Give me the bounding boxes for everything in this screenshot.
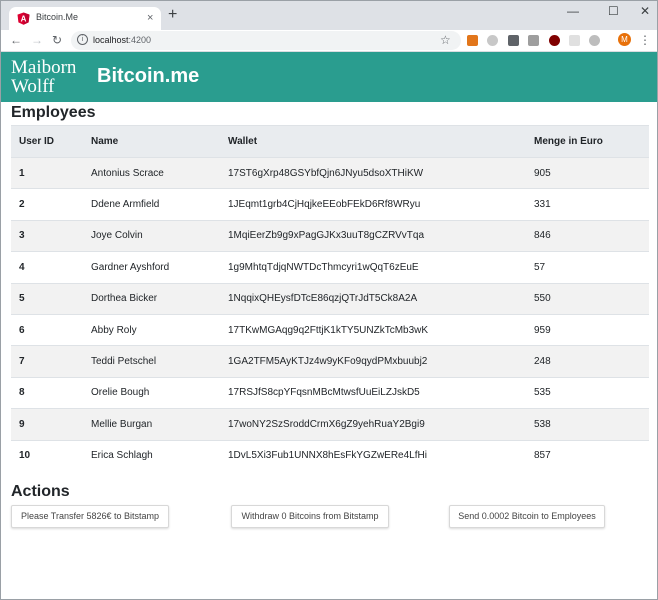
cell-name: Joye Colvin xyxy=(83,219,220,252)
cell-wallet: 1NqqixQHEysfDTcE86qzjQTrJdT5Ck8A2A xyxy=(220,282,526,315)
withdraw-bitcoins-button[interactable]: Withdraw 0 Bitcoins from Bitstamp xyxy=(231,505,389,528)
url-port: :4200 xyxy=(128,35,152,45)
transfer-to-bitstamp-button[interactable]: Please Transfer 5826€ to Bitstamp xyxy=(11,505,169,528)
cell-wallet: 17ST6gXrp48GSYbfQjn6JNyu5dsoXTHiKW xyxy=(220,156,526,189)
cell-amount: 905 xyxy=(526,156,649,189)
browser-toolbar: ← → ↻ i localhost:4200 ☆ M ⋮ xyxy=(1,30,657,52)
cell-user-id: 4 xyxy=(11,251,83,284)
employees-heading: Employees xyxy=(11,104,96,121)
table-row: 7 Teddi Petschel 1GA2TFM5AyKTJz4w9yKFo9q… xyxy=(11,345,649,378)
cell-user-id: 6 xyxy=(11,313,83,346)
profile-avatar[interactable]: M xyxy=(618,33,631,46)
minimize-icon[interactable]: — xyxy=(567,4,579,18)
table-row: 4 Gardner Ayshford 1g9MhtqTdjqNWTDcThmcy… xyxy=(11,251,649,284)
cell-user-id: 7 xyxy=(11,345,83,378)
browser-tab[interactable]: A Bitcoin.Me × xyxy=(9,7,161,31)
cell-amount: 550 xyxy=(526,282,649,315)
cell-amount: 857 xyxy=(526,439,649,472)
url-host: localhost xyxy=(93,35,129,45)
svg-text:A: A xyxy=(21,15,27,24)
extension-icon[interactable] xyxy=(528,35,539,46)
browser-window: A Bitcoin.Me × + — ☐ ✕ ← → ↻ i localhost… xyxy=(0,0,658,600)
url-text: localhost:4200 xyxy=(93,35,151,45)
logo-line-1: Maiborn xyxy=(11,57,77,78)
forward-icon[interactable]: → xyxy=(31,32,43,48)
table-header-row: User ID Name Wallet Menge in Euro xyxy=(11,125,649,158)
cell-amount: 331 xyxy=(526,188,649,221)
extension-icon[interactable] xyxy=(589,35,600,46)
menu-icon[interactable]: ⋮ xyxy=(639,32,651,48)
table-row: 1 Antonius Scrace 17ST6gXrp48GSYbfQjn6JN… xyxy=(11,156,649,189)
cell-wallet: 17RSJfS8cpYFqsnMBcMtwsfUuEiLZJskD5 xyxy=(220,376,526,409)
cell-wallet: 17TKwMGAqg9q2FttjK1kTY5UNZkTcMb3wK xyxy=(220,313,526,346)
column-header-user-id: User ID xyxy=(11,125,83,158)
cell-user-id: 9 xyxy=(11,408,83,441)
cell-amount: 248 xyxy=(526,345,649,378)
tab-close-icon[interactable]: × xyxy=(147,11,153,25)
cell-wallet: 1g9MhtqTdjqNWTDcThmcyri1wQqT6zEuE xyxy=(220,251,526,284)
cell-name: Orelie Bough xyxy=(83,376,220,409)
cell-name: Abby Roly xyxy=(83,313,220,346)
info-icon[interactable]: i xyxy=(77,34,88,45)
extension-icon[interactable] xyxy=(508,35,519,46)
cell-user-id: 2 xyxy=(11,188,83,221)
table-row: 9 Mellie Burgan 17woNY2SzSroddCrmX6gZ9ye… xyxy=(11,408,649,441)
table-row: 5 Dorthea Bicker 1NqqixQHEysfDTcE86qzjQT… xyxy=(11,282,649,315)
new-tab-icon[interactable]: + xyxy=(168,7,177,23)
cell-name: Mellie Burgan xyxy=(83,408,220,441)
cell-user-id: 8 xyxy=(11,376,83,409)
cell-name: Antonius Scrace xyxy=(83,156,220,189)
bookmark-star-icon[interactable]: ☆ xyxy=(440,32,451,48)
angular-icon: A xyxy=(17,12,30,25)
employees-table: User ID Name Wallet Menge in Euro 1 Anto… xyxy=(11,125,649,472)
cell-user-id: 5 xyxy=(11,282,83,315)
cell-name: Ddene Armfield xyxy=(83,188,220,221)
brand-title[interactable]: Bitcoin.me xyxy=(97,63,199,89)
cell-wallet: 1JEqmt1grb4CjHqjkeEEobFEkD6Rf8WRyu xyxy=(220,188,526,221)
cell-name: Teddi Petschel xyxy=(83,345,220,378)
maibornwolff-logo: Maiborn Wolff xyxy=(11,58,91,96)
cell-amount: 846 xyxy=(526,219,649,252)
column-header-name: Name xyxy=(83,125,220,158)
extension-icon[interactable] xyxy=(487,35,498,46)
cell-user-id: 1 xyxy=(11,156,83,189)
metamask-extension-icon[interactable] xyxy=(467,35,478,46)
cell-amount: 57 xyxy=(526,251,649,284)
logo-line-2: Wolff xyxy=(11,76,55,97)
cell-amount: 538 xyxy=(526,408,649,441)
column-header-wallet: Wallet xyxy=(220,125,526,158)
cell-user-id: 10 xyxy=(11,439,83,472)
cell-name: Gardner Ayshford xyxy=(83,251,220,284)
cell-name: Erica Schlagh xyxy=(83,439,220,472)
maximize-icon[interactable]: ☐ xyxy=(608,4,619,18)
ublock-extension-icon[interactable] xyxy=(549,35,560,46)
cell-user-id: 3 xyxy=(11,219,83,252)
cell-wallet: 17woNY2SzSroddCrmX6gZ9yehRuaY2Bgi9 xyxy=(220,408,526,441)
table-row: 3 Joye Colvin 1MqiEerZb9g9xPagGJKx3uuT8g… xyxy=(11,219,649,252)
table-row: 6 Abby Roly 17TKwMGAqg9q2FttjK1kTY5UNZkT… xyxy=(11,313,649,346)
cell-wallet: 1GA2TFM5AyKTJz4w9yKFo9qydPMxbuubj2 xyxy=(220,345,526,378)
table-row: 10 Erica Schlagh 1DvL5Xi3Fub1UNNX8hEsFkY… xyxy=(11,439,649,472)
table-row: 2 Ddene Armfield 1JEqmt1grb4CjHqjkeEEobF… xyxy=(11,188,649,221)
tab-title: Bitcoin.Me xyxy=(36,12,79,22)
table-row: 8 Orelie Bough 17RSJfS8cpYFqsnMBcMtwsfUu… xyxy=(11,376,649,409)
cell-amount: 959 xyxy=(526,313,649,346)
app-header: Maiborn Wolff Bitcoin.me xyxy=(1,52,657,102)
address-bar[interactable]: i localhost:4200 ☆ xyxy=(71,31,461,50)
actions-heading: Actions xyxy=(11,483,70,500)
back-icon[interactable]: ← xyxy=(10,32,22,48)
cell-amount: 535 xyxy=(526,376,649,409)
column-header-amount: Menge in Euro xyxy=(526,125,649,158)
close-window-icon[interactable]: ✕ xyxy=(640,4,650,18)
cell-wallet: 1MqiEerZb9g9xPagGJKx3uuT8gCZRVvTqa xyxy=(220,219,526,252)
cell-name: Dorthea Bicker xyxy=(83,282,220,315)
extension-icon[interactable] xyxy=(569,35,580,46)
send-bitcoin-to-employees-button[interactable]: Send 0.0002 Bitcoin to Employees xyxy=(449,505,605,528)
cell-wallet: 1DvL5Xi3Fub1UNNX8hEsFkYGZwERe4LfHi xyxy=(220,439,526,472)
reload-icon[interactable]: ↻ xyxy=(52,32,62,48)
tab-strip: A Bitcoin.Me × + — ☐ ✕ xyxy=(1,1,657,31)
